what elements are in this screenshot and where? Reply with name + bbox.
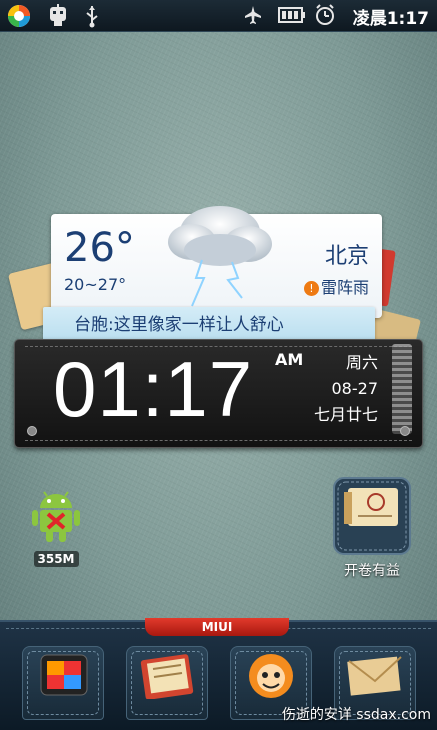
rivet [27, 426, 37, 436]
usb-icon [84, 4, 100, 32]
weather-condition-text: 雷阵雨 [320, 278, 369, 297]
reader-app[interactable]: 开卷有益 [330, 476, 414, 580]
clock-weekday: 周六 [345, 353, 378, 372]
phone-icon [37, 653, 91, 701]
clock-widget[interactable]: 01:17 AM 周六 08-27 七月廿七 [14, 339, 423, 448]
weather-condition: ! 雷阵雨 [303, 274, 369, 298]
envelope-icon [345, 655, 405, 703]
warning-icon: ! [303, 281, 319, 296]
watermark-text: 伤逝的安详 ssdax.com [281, 707, 431, 723]
dock-phone-app[interactable] [22, 646, 104, 720]
current-temperature: 26° [64, 225, 135, 271]
memory-cleaner-app[interactable]: 355M [30, 486, 82, 567]
weather-city: 北京 [324, 244, 369, 269]
reader-app-label: 开卷有益 [344, 563, 400, 579]
battery-icon [278, 7, 306, 27]
clock-time: 01:17 [53, 345, 254, 433]
android-robot-icon [30, 486, 82, 548]
alarm-icon [314, 4, 336, 30]
status-clock: 凌晨1:17 [352, 9, 429, 29]
zipper-decoration [392, 344, 412, 434]
miui-tab[interactable]: MIUI [145, 618, 289, 636]
memory-usage-label: 355M [33, 551, 79, 567]
uc-browser-icon [245, 651, 297, 705]
clock-date-info: 周六 08-27 七月廿七 [314, 350, 378, 428]
news-headline[interactable]: 台胞:这里像家一样让人舒心 [43, 307, 375, 343]
clock-lunar-date: 七月廿七 [313, 405, 378, 424]
book-icon [330, 476, 414, 560]
dock-contacts-app[interactable] [126, 646, 208, 720]
clock-date: 08-27 [331, 379, 379, 398]
notebook-icon [139, 653, 195, 703]
status-bar: 凌晨1:17 [0, 0, 437, 32]
stitch-line [25, 440, 412, 441]
robot-notification-icon [47, 4, 69, 32]
app-notification-icon [6, 3, 32, 33]
rivet [400, 426, 410, 436]
clock-ampm: AM [275, 350, 304, 369]
temperature-range: 20~27° [64, 275, 127, 294]
thunderstorm-cloud-icon [162, 198, 278, 314]
airplane-mode-icon [244, 5, 262, 29]
